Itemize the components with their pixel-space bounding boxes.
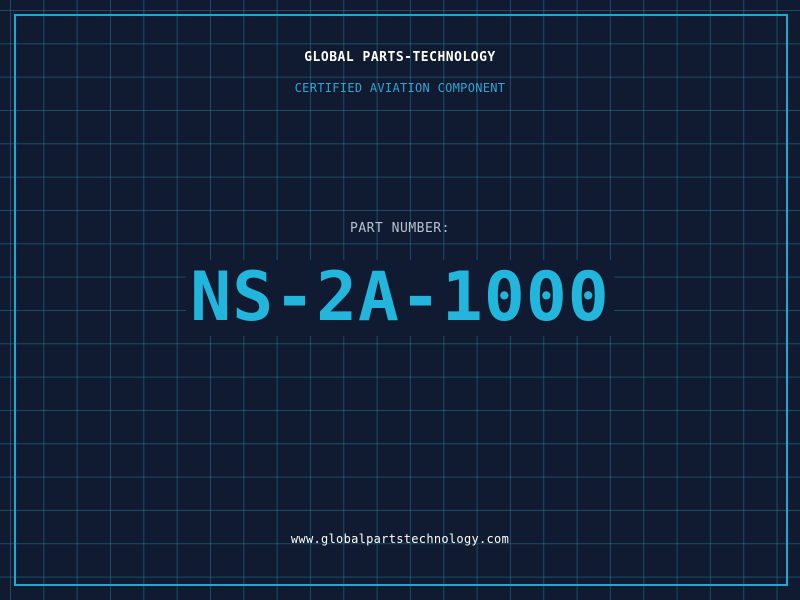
website-url: www.globalpartstechnology.com bbox=[290, 532, 510, 546]
part-label-card: GLOBAL PARTS-TECHNOLOGY CERTIFIED AVIATI… bbox=[0, 0, 800, 600]
part-number-container: NS-2A-1000 bbox=[0, 260, 800, 336]
part-number-value: NS-2A-1000 bbox=[186, 260, 614, 336]
part-number-label: PART NUMBER: bbox=[350, 221, 450, 236]
certification-subtitle: CERTIFIED AVIATION COMPONENT bbox=[294, 81, 506, 95]
company-name: GLOBAL PARTS-TECHNOLOGY bbox=[304, 50, 496, 65]
